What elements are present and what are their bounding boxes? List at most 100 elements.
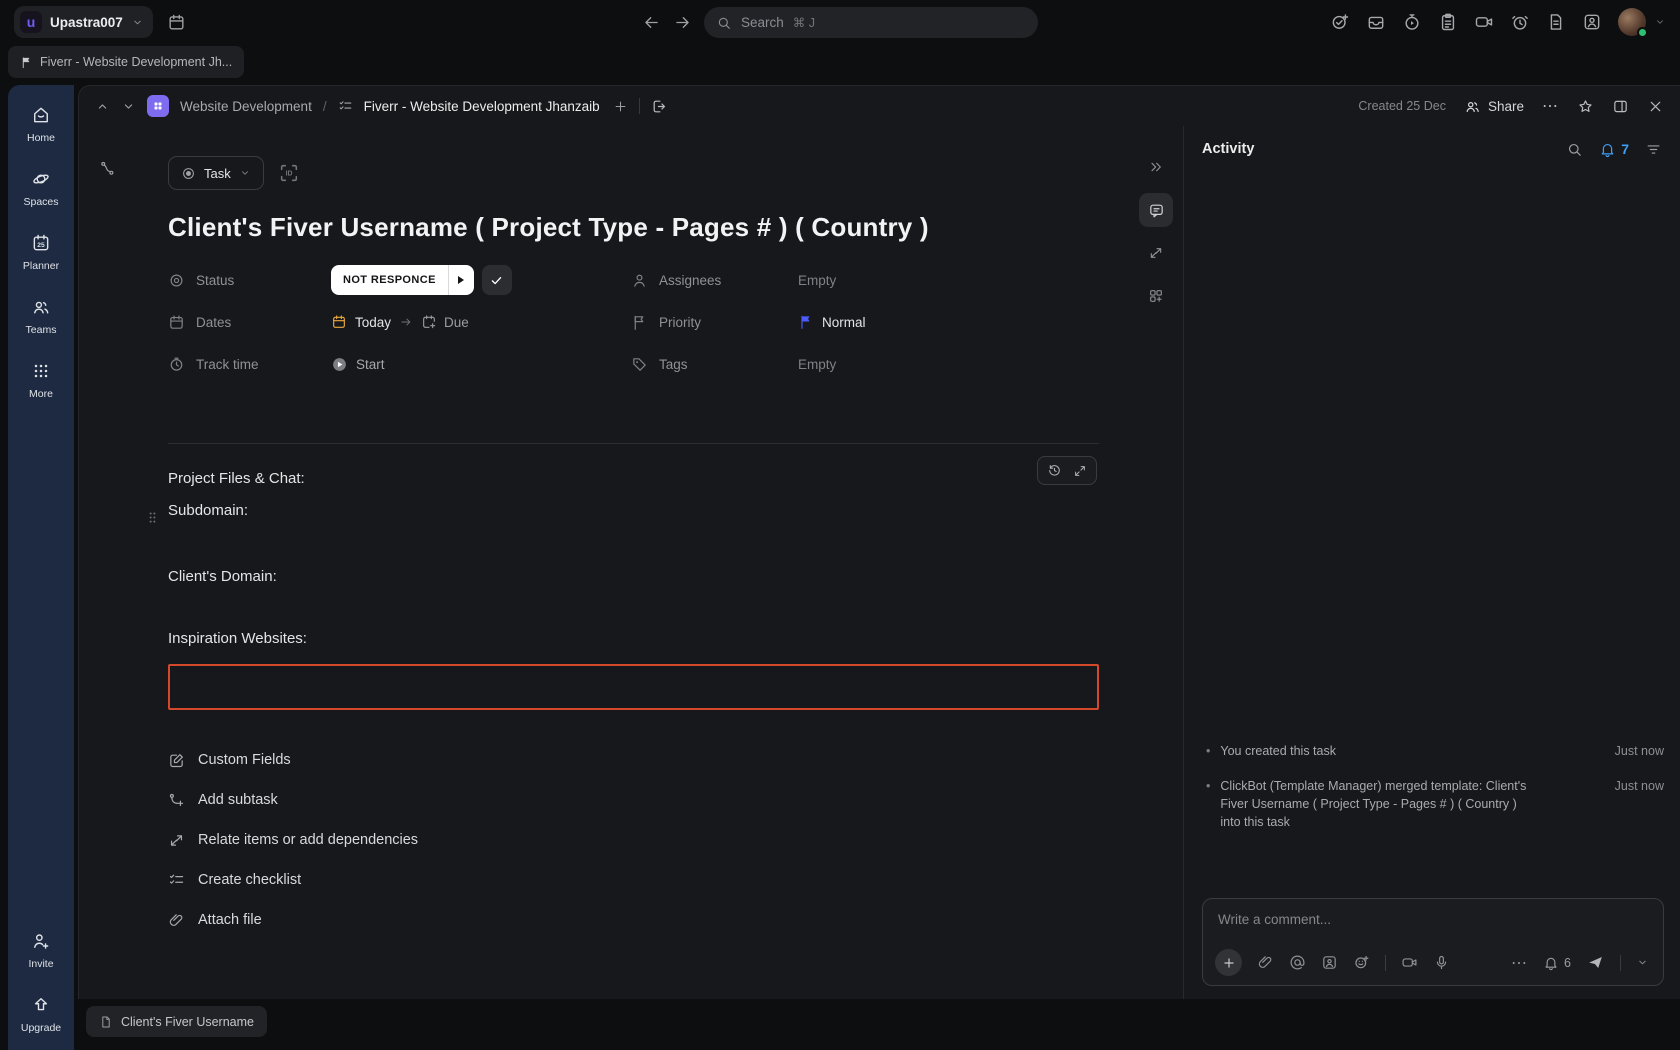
task-panel: Website Development / Fiverr - Website D…: [78, 85, 1680, 999]
more-options-icon[interactable]: [1511, 953, 1528, 973]
attach-file-button[interactable]: Attach file: [168, 900, 1099, 940]
activity-panel: Activity 7 You created this task Just no…: [1183, 126, 1680, 999]
breadcrumb-task[interactable]: Fiverr - Website Development Jhanzaib: [364, 99, 600, 114]
paperclip-icon[interactable]: [1257, 954, 1274, 971]
sidebar-item-more[interactable]: More: [29, 361, 53, 400]
relationship-link-icon[interactable]: [99, 160, 116, 177]
chevron-up-icon[interactable]: [95, 99, 110, 114]
description-line[interactable]: Client's Domain:: [168, 566, 1099, 588]
tags-value[interactable]: Empty: [798, 357, 836, 372]
contacts-icon[interactable]: [1582, 12, 1602, 32]
due-date-button[interactable]: Due: [421, 314, 469, 330]
create-checklist-button[interactable]: Create checklist: [168, 860, 1099, 900]
workspace-switcher[interactable]: u Upastra007: [14, 6, 153, 38]
chevron-down-icon: [131, 16, 144, 29]
task-type-label: Task: [204, 165, 231, 181]
pop-out-icon[interactable]: [651, 98, 668, 115]
back-arrow-icon[interactable]: [642, 13, 661, 32]
start-timer-button[interactable]: Start: [331, 356, 385, 373]
search-input[interactable]: Search ⌘ J: [704, 7, 1038, 38]
stopwatch-icon: [168, 356, 185, 373]
user-avatar[interactable]: [1618, 8, 1648, 38]
activity-entry: You created this task Just now: [1206, 742, 1664, 760]
sidebar-item-spaces[interactable]: Spaces: [23, 169, 59, 208]
forward-arrow-icon[interactable]: [673, 13, 692, 32]
person-icon: [631, 272, 648, 289]
search-icon[interactable]: [1566, 141, 1583, 158]
reminder-icon[interactable]: [1510, 12, 1530, 32]
online-status-dot: [1637, 27, 1648, 38]
breadcrumb-space[interactable]: Website Development: [180, 99, 312, 114]
person-plus-icon: [31, 931, 51, 951]
priority-value[interactable]: Normal: [822, 315, 866, 330]
divider: [168, 443, 1099, 444]
status-value-button[interactable]: NOT RESPONCE: [331, 265, 474, 295]
docs-icon[interactable]: [1546, 12, 1566, 32]
panel-layout-icon[interactable]: [1612, 98, 1629, 115]
sidebar-item-planner[interactable]: Planner: [23, 233, 59, 272]
comment-watchers-bell[interactable]: 6: [1543, 955, 1571, 971]
drag-handle[interactable]: [145, 510, 160, 525]
calendar-icon[interactable]: [167, 13, 186, 32]
comments-icon[interactable]: [1139, 193, 1173, 227]
share-button[interactable]: Share: [1464, 98, 1524, 115]
activity-entry-time: Just now: [1614, 778, 1664, 793]
sidebar-item-teams[interactable]: Teams: [26, 297, 56, 336]
notepad-icon[interactable]: [1438, 12, 1458, 32]
activity-entry-text: You created this task: [1220, 743, 1336, 758]
task-id-icon[interactable]: [278, 162, 300, 184]
send-comment-button[interactable]: [1586, 953, 1605, 972]
star-icon[interactable]: [1577, 98, 1594, 115]
next-status-arrow[interactable]: [447, 265, 474, 295]
custom-fields-button[interactable]: Custom Fields: [168, 740, 1099, 780]
plus-icon[interactable]: [613, 99, 628, 114]
space-avatar[interactable]: [147, 95, 169, 117]
top-bar: u Upastra007 Search ⌘ J: [0, 0, 1680, 44]
minimized-doc-tab[interactable]: Client's Fiver Username: [86, 1006, 267, 1037]
clip-icon[interactable]: [1321, 954, 1338, 971]
comment-input[interactable]: Write a comment... 6: [1202, 898, 1664, 986]
open-task-tab[interactable]: Fiverr - Website Development Jh...: [8, 46, 245, 78]
new-task-icon[interactable]: [1330, 12, 1350, 32]
description-tools: [1037, 456, 1097, 485]
assignees-field-label: Assignees: [631, 259, 798, 301]
relationships-icon[interactable]: [1139, 236, 1173, 270]
task-type-selector[interactable]: Task: [168, 156, 264, 190]
sidebar-item-home[interactable]: Home: [27, 105, 55, 144]
assignees-value[interactable]: Empty: [798, 273, 836, 288]
relate-items-button[interactable]: Relate items or add dependencies: [168, 820, 1099, 860]
add-apps-icon[interactable]: [1139, 279, 1173, 313]
calendar-plus-icon: [421, 314, 437, 330]
more-options-icon[interactable]: [1542, 96, 1559, 116]
edit-square-icon: [168, 752, 185, 769]
chevron-down-icon[interactable]: [1654, 16, 1666, 28]
add-attachment-button[interactable]: [1215, 949, 1242, 976]
microphone-icon[interactable]: [1433, 954, 1450, 971]
chevron-down-icon[interactable]: [1636, 956, 1649, 969]
timer-icon[interactable]: [1402, 12, 1422, 32]
chevron-down-icon[interactable]: [121, 99, 136, 114]
tray-icon[interactable]: [1366, 12, 1386, 32]
notifications-bell[interactable]: 7: [1599, 141, 1629, 158]
sidebar-item-invite[interactable]: Invite: [28, 931, 54, 970]
collapse-sidebar-icon[interactable]: [1139, 150, 1173, 184]
video-clip-icon[interactable]: [1474, 12, 1494, 32]
mention-icon[interactable]: [1289, 954, 1306, 971]
description-line[interactable]: Inspiration Websites:: [168, 628, 1099, 650]
add-subtask-button[interactable]: Add subtask: [168, 780, 1099, 820]
divider: [1620, 954, 1621, 971]
complete-task-button[interactable]: [481, 265, 512, 295]
history-icon[interactable]: [1047, 463, 1062, 478]
description-line[interactable]: Subdomain:: [168, 500, 1099, 522]
highlighted-empty-text-block[interactable]: [168, 664, 1099, 710]
close-icon[interactable]: [1647, 98, 1664, 115]
expand-icon[interactable]: [1073, 464, 1087, 478]
filter-icon[interactable]: [1645, 141, 1662, 158]
task-title[interactable]: Client's Fiver Username ( Project Type -…: [168, 212, 1099, 243]
start-date-value[interactable]: Today: [355, 315, 391, 330]
bullet: [1206, 777, 1210, 795]
video-icon[interactable]: [1401, 954, 1418, 971]
description-line[interactable]: Project Files & Chat:: [168, 468, 1099, 490]
sidebar-item-upgrade[interactable]: Upgrade: [21, 995, 61, 1034]
emoji-icon[interactable]: [1353, 954, 1370, 971]
